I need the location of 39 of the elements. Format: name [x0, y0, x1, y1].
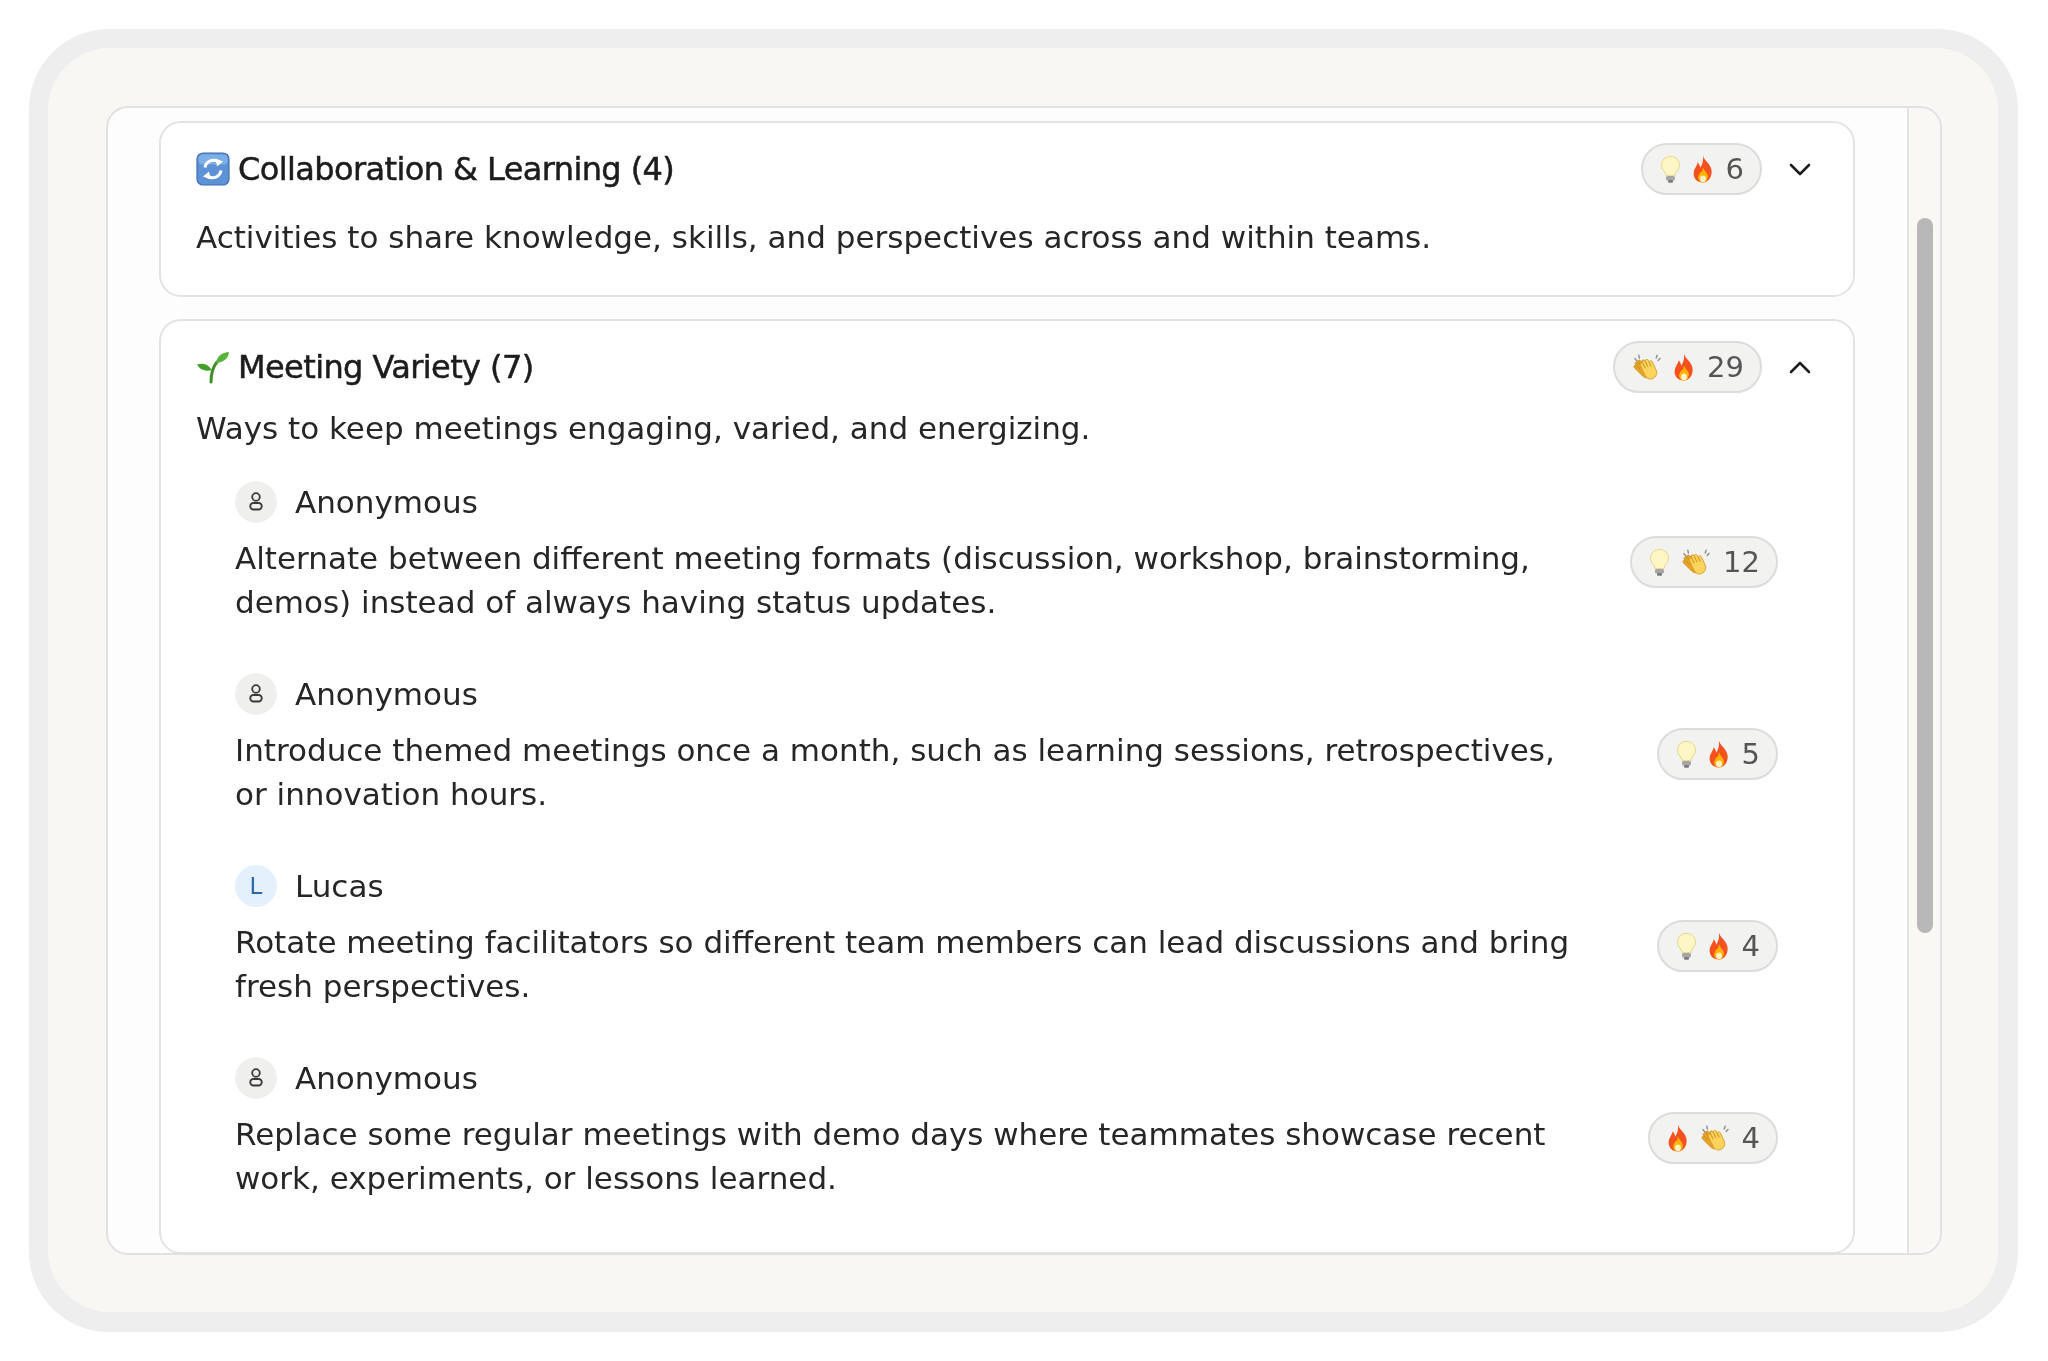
person-icon: [235, 1057, 277, 1099]
chevron-down-icon[interactable]: [1789, 162, 1811, 176]
seedling-icon: [196, 350, 230, 384]
category-description: Activities to share knowledge, skills, and perspectives across and within teams.: [196, 218, 1433, 257]
refresh-arrows-icon: [196, 152, 230, 186]
lightbulb-icon: [1650, 548, 1670, 576]
flame-icon: [1708, 740, 1729, 768]
flame-icon: [1674, 353, 1695, 381]
clapping-hands-icon: [1633, 353, 1662, 381]
lightbulb-icon: [1676, 740, 1696, 768]
person-icon: [235, 481, 277, 523]
author-name: Anonymous: [295, 676, 478, 712]
reaction-button[interactable]: 5: [1656, 728, 1778, 780]
reaction-button[interactable]: 12: [1630, 536, 1778, 588]
lightbulb-icon: [1660, 155, 1680, 183]
reaction-button[interactable]: 4: [1656, 920, 1778, 972]
reaction-button[interactable]: 4: [1647, 1112, 1778, 1164]
user-avatar: L: [235, 865, 277, 907]
flame-icon: [1667, 1124, 1688, 1152]
author-name: Anonymous: [295, 1060, 478, 1096]
category-description: Ways to keep meetings engaging, varied, and energizing.: [196, 409, 1092, 448]
comment-text: Introduce themed meetings once a month, such as learning sessions, retrospectives, or innovation hours.: [235, 731, 1556, 814]
clapping-hands-icon: [1700, 1124, 1729, 1152]
flame-icon: [1692, 155, 1713, 183]
comment-text: Rotate meeting facilitators so different team members can lead discussions and bring fresh perspectives.: [235, 923, 1571, 1006]
author-name: Anonymous: [295, 484, 478, 520]
chevron-up-icon[interactable]: [1789, 360, 1811, 374]
flame-icon: [1708, 932, 1729, 960]
lightbulb-icon: [1676, 932, 1696, 960]
category-title: Collaboration & Learning (4): [238, 150, 676, 188]
comment-text: Replace some regular meetings with demo days where teammates showcase recent work, experiments, or lessons learned.: [235, 1115, 1547, 1198]
reaction-button[interactable]: 29: [1613, 341, 1762, 393]
reaction-button[interactable]: 6: [1640, 143, 1762, 195]
comment-text: Alternate between different meeting formats (discussion, workshop, brainstorming, demos) instead of always having status updates.: [235, 539, 1531, 622]
author-name: Lucas: [295, 868, 384, 904]
scrollbar-thumb[interactable]: [1916, 218, 1933, 933]
clapping-hands-icon: [1682, 548, 1711, 576]
person-icon: [235, 673, 277, 715]
category-title: Meeting Variety (7): [238, 348, 535, 386]
